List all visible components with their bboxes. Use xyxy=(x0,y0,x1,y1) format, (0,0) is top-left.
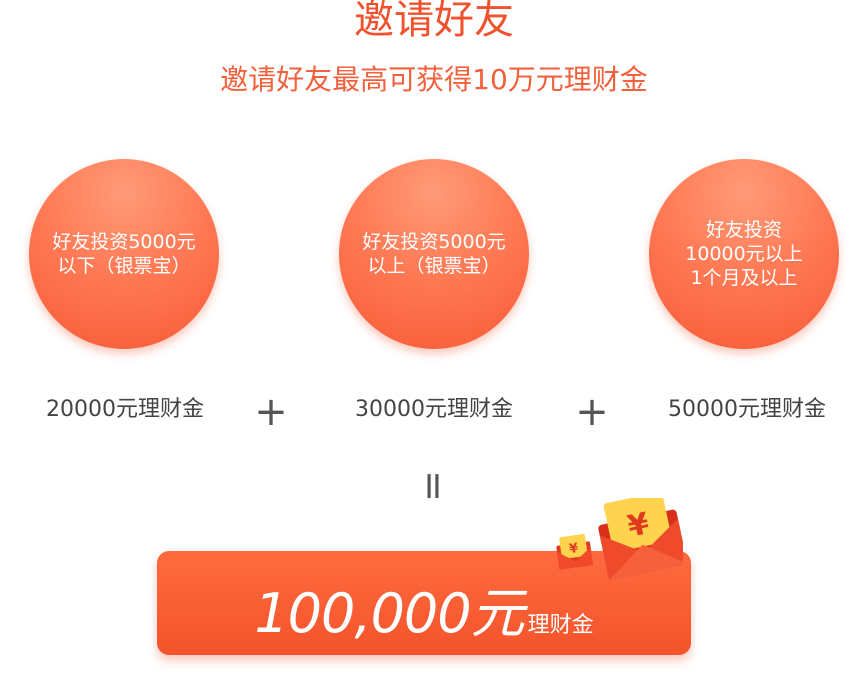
total-reward-unit: 理财金 xyxy=(527,613,594,638)
tier-condition-1: 好友投资5000元 以下（银票宝） xyxy=(52,231,196,277)
tier-reward-2: 30000元理财金 xyxy=(355,397,513,422)
page-title: 邀请好友 xyxy=(354,0,514,43)
tier-circle-1: 好友投资5000元 以下（银票宝） xyxy=(29,159,219,349)
tier-circle-2: 好友投资5000元 以上（银票宝） xyxy=(339,159,529,349)
tier-reward-3: 50000元理财金 xyxy=(668,397,826,422)
tier-reward-1: 20000元理财金 xyxy=(46,397,204,422)
tier-condition-2: 好友投资5000元 以上（银票宝） xyxy=(362,231,506,277)
tier-circle-3: 好友投资 10000元以上 1个月及以上 xyxy=(649,159,839,349)
total-reward-value: 100,000元 xyxy=(254,582,524,645)
tier-condition-3: 好友投资 10000元以上 1个月及以上 xyxy=(685,219,803,289)
plus-sign-2: + xyxy=(575,389,609,435)
page-subtitle: 邀请好友最高可获得10万元理财金 xyxy=(220,63,648,96)
plus-sign-1: + xyxy=(254,389,288,435)
red-envelope-yen-icon: ¥ ¥ xyxy=(556,498,683,581)
equals-sign: = xyxy=(412,470,456,502)
